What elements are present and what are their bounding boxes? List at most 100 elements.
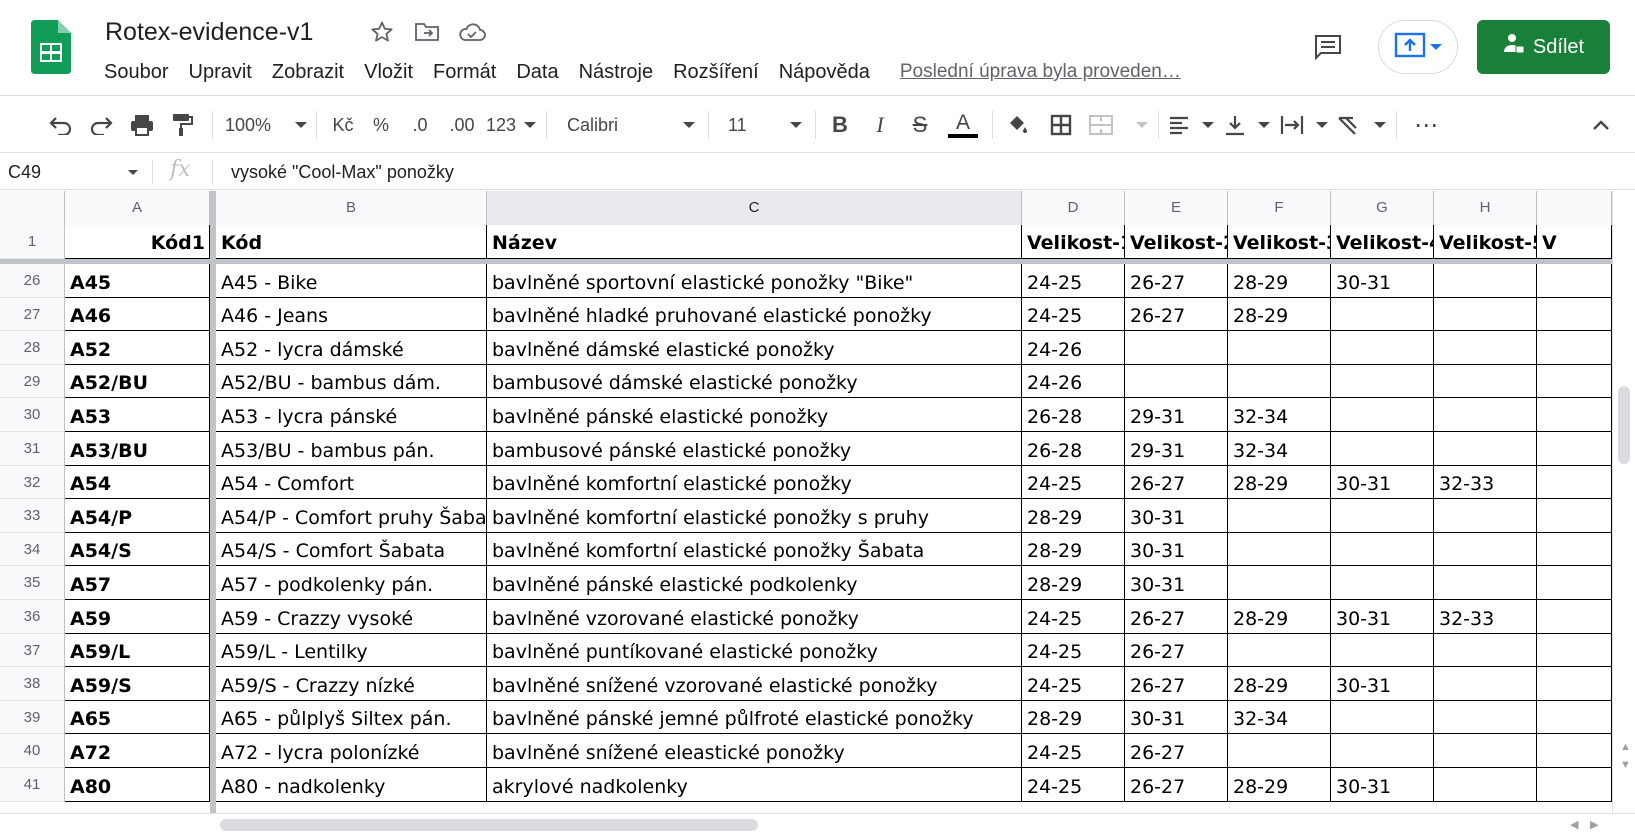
- cell-nazev[interactable]: bavlněné snížené eleastické ponožky: [487, 734, 1022, 768]
- cell-velikost-5[interactable]: [1434, 398, 1537, 432]
- cell-velikost-6[interactable]: [1537, 634, 1612, 667]
- row-header[interactable]: 33: [0, 499, 65, 533]
- paint-format-icon[interactable]: [166, 107, 198, 143]
- cell-velikost-3[interactable]: [1228, 499, 1331, 533]
- header-cell-velikost-5[interactable]: Velikost-5: [1434, 225, 1537, 259]
- borders-icon[interactable]: [1046, 107, 1076, 143]
- cell-kod1[interactable]: A80: [65, 768, 210, 802]
- cell-velikost-4[interactable]: [1331, 533, 1434, 566]
- cell-velikost-2[interactable]: [1125, 365, 1228, 398]
- name-box[interactable]: C49: [0, 154, 148, 190]
- frozen-column-divider[interactable]: [210, 191, 216, 821]
- comments-icon[interactable]: [1308, 27, 1348, 67]
- cell-velikost-4[interactable]: [1331, 701, 1434, 734]
- menu-insert[interactable]: Vložit: [354, 56, 423, 88]
- currency-format-button[interactable]: Kč: [328, 107, 358, 143]
- row-header[interactable]: 28: [0, 331, 65, 365]
- header-cell-kod[interactable]: Kód: [216, 225, 487, 259]
- cell-nazev[interactable]: bavlněné dámské elastické ponožky: [487, 331, 1022, 365]
- cell-velikost-3[interactable]: 28-29: [1228, 667, 1331, 701]
- cell-kod1[interactable]: A59: [65, 600, 210, 634]
- present-button[interactable]: [1378, 20, 1458, 74]
- cell-velikost-1[interactable]: 24-26: [1022, 331, 1125, 365]
- collapse-toolbar-icon[interactable]: [1586, 107, 1616, 143]
- cell-velikost-2[interactable]: 26-27: [1125, 667, 1228, 701]
- cell-velikost-1[interactable]: 24-25: [1022, 264, 1125, 298]
- row-header[interactable]: 40: [0, 734, 65, 768]
- cell-kod1[interactable]: A54/S: [65, 533, 210, 566]
- last-edit-link[interactable]: Poslední úprava byla proveden…: [900, 58, 1200, 86]
- cell-velikost-5[interactable]: [1434, 365, 1537, 398]
- menu-tools[interactable]: Nástroje: [569, 56, 663, 88]
- cell-velikost-6[interactable]: [1537, 566, 1612, 600]
- cell-kod1[interactable]: A52: [65, 331, 210, 365]
- cell-kod[interactable]: A46 - Jeans: [216, 298, 487, 331]
- percent-format-button[interactable]: %: [370, 107, 392, 143]
- cell-velikost-6[interactable]: [1537, 533, 1612, 566]
- select-all-corner[interactable]: [0, 191, 65, 225]
- cell-velikost-1[interactable]: 28-29: [1022, 701, 1125, 734]
- cell-velikost-6[interactable]: [1537, 264, 1612, 298]
- cell-kod1[interactable]: A57: [65, 566, 210, 600]
- cell-velikost-3[interactable]: 28-29: [1228, 768, 1331, 802]
- frozen-row-divider[interactable]: [0, 259, 1612, 264]
- number-format-select[interactable]: 123: [486, 107, 536, 143]
- cell-velikost-3[interactable]: [1228, 331, 1331, 365]
- cell-velikost-1[interactable]: 28-29: [1022, 533, 1125, 566]
- cell-kod1[interactable]: A46: [65, 298, 210, 331]
- decrease-decimal-button[interactable]: .0: [405, 107, 435, 143]
- move-to-folder-icon[interactable]: [412, 17, 442, 47]
- cell-velikost-1[interactable]: 24-25: [1022, 634, 1125, 667]
- font-family-select[interactable]: Calibri: [567, 107, 695, 143]
- cell-velikost-4[interactable]: [1331, 499, 1434, 533]
- cell-velikost-3[interactable]: [1228, 533, 1331, 566]
- cell-velikost-6[interactable]: [1537, 331, 1612, 365]
- cell-kod1[interactable]: A52/BU: [65, 365, 210, 398]
- cell-velikost-5[interactable]: [1434, 634, 1537, 667]
- row-header[interactable]: 26: [0, 264, 65, 298]
- cell-velikost-5[interactable]: [1434, 667, 1537, 701]
- more-options-button[interactable]: ⋯: [1408, 107, 1444, 143]
- column-header-i[interactable]: [1537, 191, 1612, 225]
- cell-velikost-2[interactable]: 26-27: [1125, 466, 1228, 499]
- cell-velikost-3[interactable]: [1228, 365, 1331, 398]
- header-cell-velikost-4[interactable]: Velikost-4: [1331, 225, 1434, 259]
- row-header[interactable]: 34: [0, 533, 65, 566]
- cell-velikost-2[interactable]: 30-31: [1125, 499, 1228, 533]
- cell-kod1[interactable]: A59/S: [65, 667, 210, 701]
- cell-velikost-1[interactable]: 24-25: [1022, 667, 1125, 701]
- row-header[interactable]: 38: [0, 667, 65, 701]
- spreadsheet-grid[interactable]: A B C D E F G H 1 Kód1 Kód Název Velikost-1 V…: [0, 191, 1635, 821]
- cell-nazev[interactable]: akrylové nadkolenky: [487, 768, 1022, 802]
- cell-velikost-2[interactable]: 26-27: [1125, 634, 1228, 667]
- vertical-scrollbar[interactable]: ▲ ▼: [1612, 191, 1635, 821]
- header-cell-velikost-2[interactable]: Velikost-2: [1125, 225, 1228, 259]
- cell-velikost-6[interactable]: [1537, 466, 1612, 499]
- header-cell-velikost-6[interactable]: V: [1537, 225, 1612, 259]
- cell-velikost-1[interactable]: 24-25: [1022, 298, 1125, 331]
- cell-velikost-2[interactable]: [1125, 331, 1228, 365]
- scroll-right-arrow-icon[interactable]: ▶: [1590, 818, 1598, 831]
- cell-nazev[interactable]: bavlněné komfortní elastické ponožky: [487, 466, 1022, 499]
- cell-kod[interactable]: A54/S - Comfort Šabata: [216, 533, 487, 566]
- zoom-select[interactable]: 100%: [225, 107, 307, 143]
- cell-velikost-3[interactable]: 32-34: [1228, 398, 1331, 432]
- italic-button[interactable]: I: [866, 107, 894, 143]
- cell-velikost-5[interactable]: [1434, 331, 1537, 365]
- cell-nazev[interactable]: bavlněné puntíkované elastické ponožky: [487, 634, 1022, 667]
- cell-velikost-3[interactable]: [1228, 734, 1331, 768]
- header-cell-nazev[interactable]: Název: [487, 225, 1022, 259]
- increase-decimal-button[interactable]: .00: [444, 107, 480, 143]
- sheets-logo-icon[interactable]: [31, 20, 71, 74]
- cell-nazev[interactable]: bavlněné hladké pruhované elastické pono…: [487, 298, 1022, 331]
- column-header-e[interactable]: E: [1125, 191, 1228, 225]
- cell-velikost-1[interactable]: 24-25: [1022, 600, 1125, 634]
- cell-velikost-5[interactable]: [1434, 768, 1537, 802]
- row-header[interactable]: 39: [0, 701, 65, 734]
- cell-velikost-4[interactable]: 30-31: [1331, 264, 1434, 298]
- row-header[interactable]: 27: [0, 298, 65, 331]
- cell-velikost-1[interactable]: 28-29: [1022, 566, 1125, 600]
- cell-velikost-5[interactable]: [1434, 734, 1537, 768]
- document-title[interactable]: Rotex-evidence-v1: [105, 14, 313, 50]
- cell-nazev[interactable]: bambusové pánské elastické ponožky: [487, 432, 1022, 466]
